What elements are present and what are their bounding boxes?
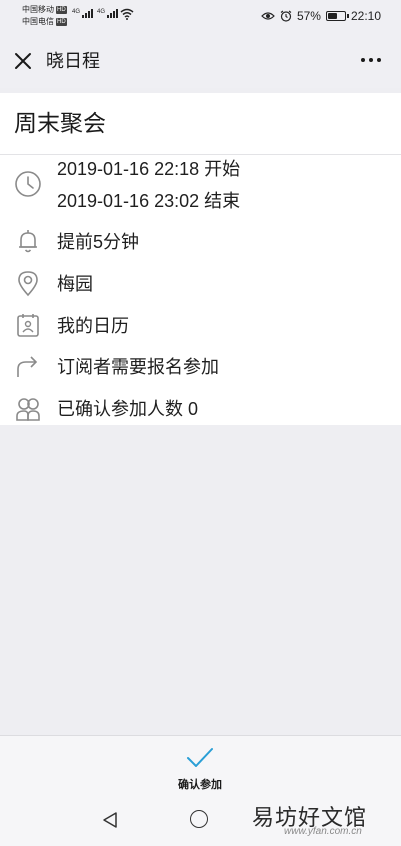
- calendar-contact-icon: [17, 314, 39, 337]
- close-icon[interactable]: [12, 50, 34, 72]
- attendees-text: 已确认参加人数 0: [57, 399, 199, 419]
- watermark-url: www.yfan.com.cn: [284, 826, 362, 837]
- signup-text: 订阅者需要报名参加: [57, 357, 219, 377]
- alarm-icon: [280, 10, 292, 22]
- event-details: 2019-01-16 22:18 开始 2019-01-16 23:02 结束 …: [0, 155, 401, 425]
- clock-icon: [15, 171, 41, 197]
- end-time: 2019-01-16 23:02 结束: [57, 191, 241, 211]
- network-type: 4G: [97, 9, 106, 15]
- bottom-action-bar: 确认参加: [0, 735, 401, 795]
- location-text: 梅园: [57, 274, 93, 294]
- confirm-attend-button[interactable]: 确认参加: [160, 740, 240, 792]
- back-icon[interactable]: [101, 811, 119, 829]
- reminder-text: 提前5分钟: [57, 232, 140, 252]
- page-title: 晓日程: [46, 51, 100, 71]
- location-pin-icon: [18, 271, 38, 297]
- home-icon[interactable]: [190, 810, 208, 828]
- calendar-text: 我的日历: [57, 316, 129, 336]
- eye-icon: [261, 12, 275, 20]
- carrier-1: 中国移动: [22, 5, 54, 14]
- hd-badge: HD: [56, 18, 67, 26]
- hd-badge: HD: [56, 6, 67, 14]
- confirm-attend-label: 确认参加: [178, 779, 222, 791]
- event-title: 周末聚会: [14, 110, 106, 136]
- event-title-card: 周末聚会: [0, 93, 401, 155]
- bell-icon: [19, 230, 37, 253]
- network-type: 4G: [72, 9, 81, 15]
- signal-icon: 4G 4G: [72, 9, 119, 18]
- clock-time: 22:10: [350, 9, 381, 23]
- battery-percent: 57%: [296, 9, 321, 23]
- carrier-2: 中国电信: [22, 17, 54, 26]
- status-bar: 中国移动 HD 中国电信 HD 4G 4G 57% 22:10: [0, 0, 401, 36]
- checkmark-icon: [187, 748, 213, 767]
- battery-icon: [325, 11, 349, 21]
- start-time: 2019-01-16 22:18 开始: [57, 159, 241, 179]
- status-right: 57% 22:10: [261, 9, 381, 23]
- people-icon: [16, 398, 40, 421]
- share-arrow-icon: [17, 356, 38, 377]
- carrier-info: 中国移动 HD 中国电信 HD: [22, 4, 67, 28]
- wifi-icon: [120, 8, 134, 20]
- more-icon[interactable]: [361, 58, 381, 62]
- title-bar: 晓日程: [0, 36, 401, 88]
